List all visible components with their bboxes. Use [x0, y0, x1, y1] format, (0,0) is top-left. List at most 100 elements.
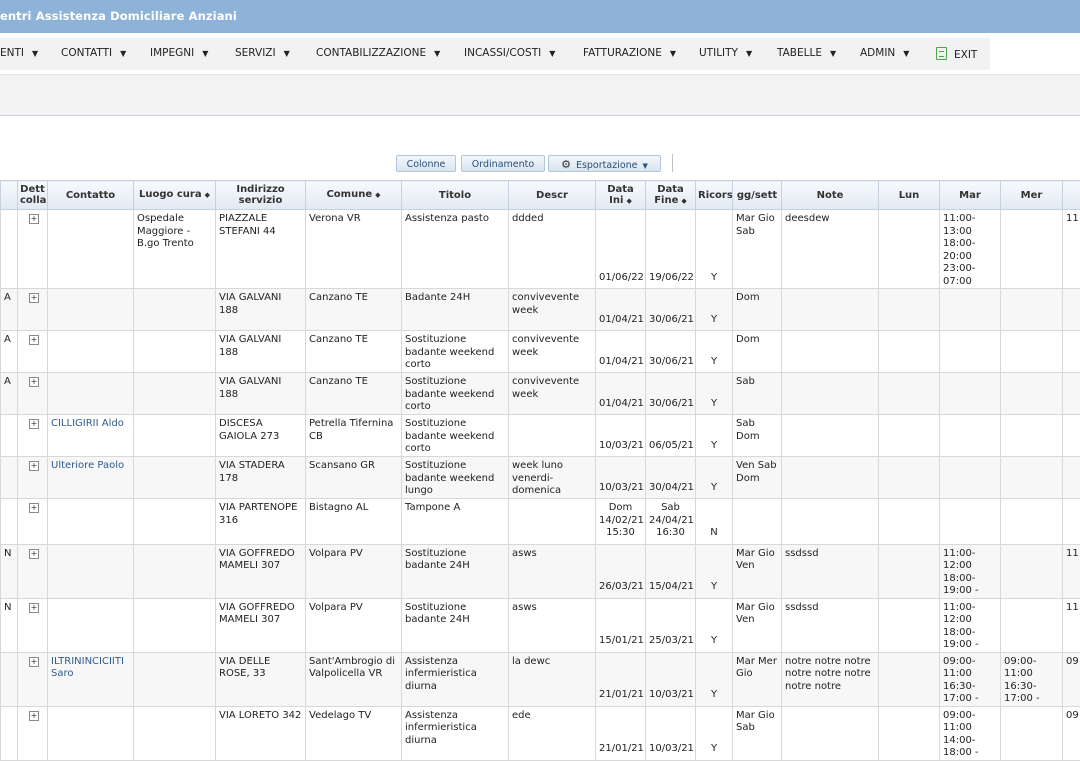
expand-icon[interactable]: +: [29, 377, 39, 387]
menu-utility[interactable]: UTILITY▼: [699, 47, 752, 59]
expand-icon[interactable]: +: [29, 335, 39, 345]
cell-mar: [940, 499, 1001, 545]
table-row[interactable]: +VIA PARTENOPE 316Bistagno ALTampone ADo…: [1, 499, 1080, 545]
menu-impegni[interactable]: IMPEGNI▼: [150, 47, 208, 59]
cell-lun: [879, 331, 940, 373]
table-header-row: Dett colla Contatto Luogo cura◆ Indirizz…: [1, 181, 1080, 210]
menu-admin[interactable]: ADMIN▼: [860, 47, 909, 59]
export-button[interactable]: ⚙Esportazione▼: [548, 155, 661, 172]
expand-icon[interactable]: +: [29, 711, 39, 721]
table-row[interactable]: +ILTRININCICIITI SaroVIA DELLE ROSE, 33S…: [1, 652, 1080, 706]
col-header-luogo[interactable]: Luogo cura◆: [134, 181, 216, 210]
cell-comune: Canzano TE: [306, 373, 402, 415]
menu-exit[interactable]: EXIT: [936, 47, 977, 61]
cell-contatto: [48, 499, 134, 545]
cell-ini: 01/04/21: [596, 289, 646, 331]
expand-icon[interactable]: +: [29, 503, 39, 513]
expand-icon[interactable]: +: [29, 549, 39, 559]
table-row[interactable]: A+VIA GALVANI 188Canzano TESostituzione …: [1, 331, 1080, 373]
col-header-indirizzo[interactable]: Indirizzo servizio: [216, 181, 306, 210]
cell-descr: convivevente week: [509, 373, 596, 415]
cell-ricors: N: [696, 499, 733, 545]
cell-comune: Petrella Tifernina CB: [306, 415, 402, 457]
cell-descr: [509, 415, 596, 457]
sort-icon: ◆: [681, 197, 686, 205]
cell-fine: 19/06/22: [646, 210, 696, 289]
cell-ricors: Y: [696, 544, 733, 598]
chevron-down-icon: ▼: [903, 49, 909, 58]
expand-icon[interactable]: +: [29, 657, 39, 667]
table-row[interactable]: A+VIA GALVANI 188Canzano TESostituzione …: [1, 373, 1080, 415]
table-row[interactable]: +Ulteriore PaoloVIA STADERA 178Scansano …: [1, 457, 1080, 499]
cell-fine: 25/03/21: [646, 598, 696, 652]
col-header-mar[interactable]: Mar: [940, 181, 1001, 210]
expand-icon[interactable]: +: [29, 461, 39, 471]
table-row[interactable]: +VIA LORETO 342Vedelago TVAssistenza inf…: [1, 706, 1080, 760]
menu-contabilizzazione[interactable]: CONTABILIZZAZIONE▼: [316, 47, 440, 59]
cell-luogo: [134, 457, 216, 499]
cell-ini: 10/03/21: [596, 457, 646, 499]
cell-mar: 11:00-12:00 18:00-19:00 -: [940, 598, 1001, 652]
table-row[interactable]: A+VIA GALVANI 188Canzano TEBadante 24Hco…: [1, 289, 1080, 331]
cell-mer: [1001, 544, 1063, 598]
expand-icon[interactable]: +: [29, 419, 39, 429]
col-header-titolo[interactable]: Titolo: [402, 181, 509, 210]
chevron-down-icon: ▼: [32, 49, 38, 58]
table-row[interactable]: N+VIA GOFFREDO MAMELI 307Volpara PVSosti…: [1, 598, 1080, 652]
chevron-down-icon: ▼: [202, 49, 208, 58]
sort-icon: ◆: [375, 191, 380, 199]
col-header-lun[interactable]: Lun: [879, 181, 940, 210]
chevron-down-icon: ▼: [643, 162, 648, 170]
col-header-extra: [1063, 181, 1080, 210]
col-header-dett[interactable]: Dett colla: [18, 181, 48, 210]
table-row[interactable]: +CILLIGIRII AldoDISCESA GAIOLA 273Petrel…: [1, 415, 1080, 457]
menu-tabelle[interactable]: TABELLE▼: [777, 47, 836, 59]
col-header-descr[interactable]: Descr: [509, 181, 596, 210]
cell-extra: 11 18 23: [1063, 210, 1080, 289]
col-header-note[interactable]: Note: [782, 181, 879, 210]
menu-fatturazione[interactable]: FATTURAZIONE▼: [583, 47, 676, 59]
expand-icon[interactable]: +: [29, 603, 39, 613]
cell-ini: 01/04/21: [596, 373, 646, 415]
expand-icon[interactable]: +: [29, 293, 39, 303]
cell-gg: Mar Mer Gio: [733, 652, 782, 706]
cell-mer: [1001, 415, 1063, 457]
cell-extra: [1063, 415, 1080, 457]
menu-incassi-costi[interactable]: INCASSI/COSTI▼: [464, 47, 555, 59]
table-row[interactable]: N+VIA GOFFREDO MAMELI 307Volpara PVSosti…: [1, 544, 1080, 598]
menu-enti[interactable]: ENTI▼: [0, 47, 38, 59]
cell-comune: Vedelago TV: [306, 706, 402, 760]
cell-note: ssdssd: [782, 544, 879, 598]
col-header-ricors[interactable]: Ricors: [696, 181, 733, 210]
col-header-comune[interactable]: Comune◆: [306, 181, 402, 210]
cell-gg: Ven Sab Dom: [733, 457, 782, 499]
col-header-mer[interactable]: Mer: [1001, 181, 1063, 210]
ordering-button[interactable]: Ordinamento: [461, 155, 545, 172]
menu-contatti[interactable]: CONTATTI▼: [61, 47, 126, 59]
cell-note: notre notre notre notre notre notre notr…: [782, 652, 879, 706]
cell-mer: [1001, 457, 1063, 499]
cell-indirizzo: VIA LORETO 342: [216, 706, 306, 760]
expand-icon[interactable]: +: [29, 214, 39, 224]
cell-ini: 15/01/21: [596, 598, 646, 652]
menu-servizi[interactable]: SERVIZI▼: [235, 47, 290, 59]
col-header-data-fine[interactable]: Data Fine◆: [646, 181, 696, 210]
cell-luogo: [134, 706, 216, 760]
cell-mar: [940, 373, 1001, 415]
cell-note: ssdssd: [782, 598, 879, 652]
cell-contatto: ILTRININCICIITI Saro: [48, 652, 134, 706]
table-row[interactable]: +Ospedale Maggiore - B.go TrentoPIAZZALE…: [1, 210, 1080, 289]
main-menu: ENTI▼ CONTATTI▼ IMPEGNI▼ SERVIZI▼ CONTAB…: [0, 38, 990, 70]
col-header-contatto[interactable]: Contatto: [48, 181, 134, 210]
columns-button[interactable]: Colonne: [396, 155, 456, 172]
cell-mar: 11:00-13:00 18:00-20:00 23:00-07:00: [940, 210, 1001, 289]
cell-contatto: [48, 706, 134, 760]
cell-comune: Volpara PV: [306, 544, 402, 598]
col-header-ggsett[interactable]: gg/sett: [733, 181, 782, 210]
expand-cell: +: [18, 331, 48, 373]
cell-ricors: Y: [696, 706, 733, 760]
cell-contatto: [48, 373, 134, 415]
cell-extra: [1063, 457, 1080, 499]
col-header-data-ini[interactable]: Data Ini◆: [596, 181, 646, 210]
cell-lun: [879, 652, 940, 706]
